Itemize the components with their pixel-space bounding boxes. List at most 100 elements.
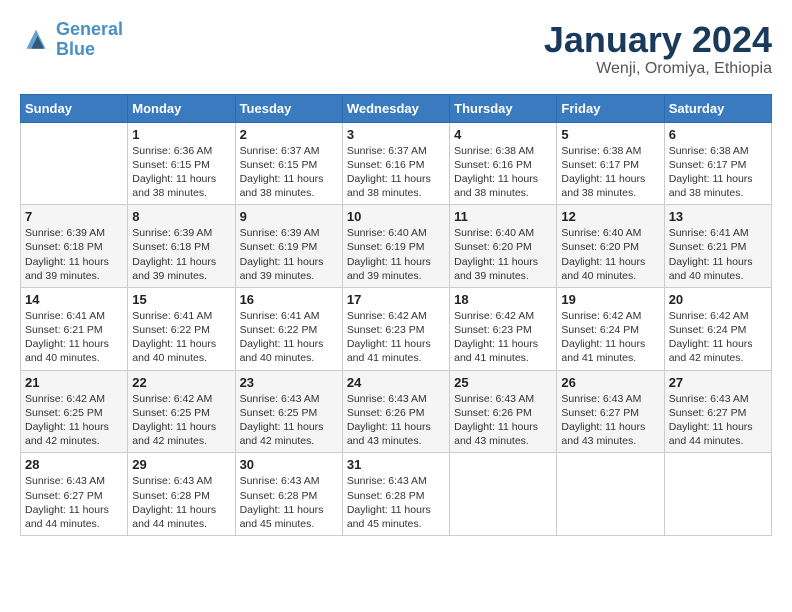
day-info: Sunrise: 6:38 AM Sunset: 6:17 PM Dayligh… [561,144,659,201]
day-number: 1 [132,127,230,142]
calendar-cell: 7Sunrise: 6:39 AM Sunset: 6:18 PM Daylig… [21,205,128,288]
month-title: January 2024 [544,20,772,60]
calendar-cell: 4Sunrise: 6:38 AM Sunset: 6:16 PM Daylig… [450,122,557,205]
day-number: 28 [25,457,123,472]
day-number: 25 [454,375,552,390]
day-number: 24 [347,375,445,390]
day-number: 9 [240,209,338,224]
calendar-cell: 31 Sunrise: 6:43 AM Sunset: 6:28 PM Dayli… [342,453,449,536]
logo-icon [20,26,52,54]
day-info: Sunrise: 6:39 AM Sunset: 6:18 PM Dayligh… [25,226,123,283]
day-info: Sunrise: 6:43 AM Sunset: 6:28 PM Dayligh… [132,474,230,531]
calendar-week-1: 7Sunrise: 6:39 AM Sunset: 6:18 PM Daylig… [21,205,772,288]
day-number: 6 [669,127,767,142]
calendar-week-2: 14 Sunrise: 6:41 AM Sunset: 6:21 PM Dayli… [21,287,772,370]
calendar-cell [450,453,557,536]
calendar-cell: 19 Sunrise: 6:42 AM Sunset: 6:24 PM Dayli… [557,287,664,370]
calendar-cell: 24 Sunrise: 6:43 AM Sunset: 6:26 PM Dayli… [342,370,449,453]
logo-text: General Blue [56,20,123,60]
calendar-cell: 10 Sunrise: 6:40 AM Sunset: 6:19 PM Dayli… [342,205,449,288]
day-info: Sunrise: 6:38 AM Sunset: 6:17 PM Dayligh… [669,144,767,201]
calendar-cell: 6 Sunrise: 6:38 AM Sunset: 6:17 PM Daylig… [664,122,771,205]
calendar-cell: 25 Sunrise: 6:43 AM Sunset: 6:26 PM Dayli… [450,370,557,453]
day-info: Sunrise: 6:41 AM Sunset: 6:21 PM Dayligh… [25,309,123,366]
header-cell-saturday: Saturday [664,94,771,122]
day-info: Sunrise: 6:43 AM Sunset: 6:26 PM Dayligh… [347,392,445,449]
day-info: Sunrise: 6:43 AM Sunset: 6:26 PM Dayligh… [454,392,552,449]
day-info: Sunrise: 6:41 AM Sunset: 6:21 PM Dayligh… [669,226,767,283]
day-info: Sunrise: 6:36 AM Sunset: 6:15 PM Dayligh… [132,144,230,201]
header-cell-wednesday: Wednesday [342,94,449,122]
day-info: Sunrise: 6:39 AM Sunset: 6:18 PM Dayligh… [132,226,230,283]
calendar-cell: 8 Sunrise: 6:39 AM Sunset: 6:18 PM Daylig… [128,205,235,288]
day-number: 20 [669,292,767,307]
day-number: 29 [132,457,230,472]
day-number: 13 [669,209,767,224]
calendar-cell: 2 Sunrise: 6:37 AM Sunset: 6:15 PM Daylig… [235,122,342,205]
day-number: 19 [561,292,659,307]
day-number: 10 [347,209,445,224]
day-info: Sunrise: 6:40 AM Sunset: 6:20 PM Dayligh… [454,226,552,283]
day-number: 18 [454,292,552,307]
calendar-week-4: 28 Sunrise: 6:43 AM Sunset: 6:27 PM Dayli… [21,453,772,536]
day-number: 8 [132,209,230,224]
calendar-cell: 9 Sunrise: 6:39 AM Sunset: 6:19 PM Daylig… [235,205,342,288]
location-subtitle: Wenji, Oromiya, Ethiopia [544,60,772,78]
day-info: Sunrise: 6:40 AM Sunset: 6:20 PM Dayligh… [561,226,659,283]
calendar-cell: 16Sunrise: 6:41 AM Sunset: 6:22 PM Dayli… [235,287,342,370]
calendar-cell [557,453,664,536]
day-info: Sunrise: 6:42 AM Sunset: 6:25 PM Dayligh… [25,392,123,449]
calendar-cell: 30Sunrise: 6:43 AM Sunset: 6:28 PM Dayli… [235,453,342,536]
day-info: Sunrise: 6:41 AM Sunset: 6:22 PM Dayligh… [132,309,230,366]
calendar-cell: 11Sunrise: 6:40 AM Sunset: 6:20 PM Dayli… [450,205,557,288]
header-cell-friday: Friday [557,94,664,122]
day-info: Sunrise: 6:42 AM Sunset: 6:24 PM Dayligh… [669,309,767,366]
day-number: 14 [25,292,123,307]
header-row: SundayMondayTuesdayWednesdayThursdayFrid… [21,94,772,122]
day-info: Sunrise: 6:40 AM Sunset: 6:19 PM Dayligh… [347,226,445,283]
calendar-table: SundayMondayTuesdayWednesdayThursdayFrid… [20,94,772,536]
calendar-week-3: 21 Sunrise: 6:42 AM Sunset: 6:25 PM Dayli… [21,370,772,453]
page-header: General Blue January 2024 Wenji, Oromiya… [20,20,772,78]
calendar-cell: 12 Sunrise: 6:40 AM Sunset: 6:20 PM Dayli… [557,205,664,288]
day-info: Sunrise: 6:39 AM Sunset: 6:19 PM Dayligh… [240,226,338,283]
day-number: 15 [132,292,230,307]
header-cell-tuesday: Tuesday [235,94,342,122]
day-number: 26 [561,375,659,390]
calendar-cell [21,122,128,205]
day-info: Sunrise: 6:42 AM Sunset: 6:24 PM Dayligh… [561,309,659,366]
header-cell-sunday: Sunday [21,94,128,122]
day-number: 12 [561,209,659,224]
day-number: 17 [347,292,445,307]
header-cell-monday: Monday [128,94,235,122]
day-number: 21 [25,375,123,390]
day-number: 22 [132,375,230,390]
calendar-cell: 27 Sunrise: 6:43 AM Sunset: 6:27 PM Dayli… [664,370,771,453]
day-number: 2 [240,127,338,142]
day-info: Sunrise: 6:43 AM Sunset: 6:25 PM Dayligh… [240,392,338,449]
day-info: Sunrise: 6:43 AM Sunset: 6:27 PM Dayligh… [561,392,659,449]
day-info: Sunrise: 6:42 AM Sunset: 6:25 PM Dayligh… [132,392,230,449]
calendar-cell: 15 Sunrise: 6:41 AM Sunset: 6:22 PM Dayli… [128,287,235,370]
day-info: Sunrise: 6:43 AM Sunset: 6:27 PM Dayligh… [25,474,123,531]
day-info: Sunrise: 6:43 AM Sunset: 6:28 PM Dayligh… [347,474,445,531]
calendar-cell: 13 Sunrise: 6:41 AM Sunset: 6:21 PM Dayli… [664,205,771,288]
header-cell-thursday: Thursday [450,94,557,122]
calendar-cell: 1 Sunrise: 6:36 AM Sunset: 6:15 PM Daylig… [128,122,235,205]
calendar-cell: 18 Sunrise: 6:42 AM Sunset: 6:23 PM Dayli… [450,287,557,370]
calendar-cell: 22 Sunrise: 6:42 AM Sunset: 6:25 PM Dayli… [128,370,235,453]
day-info: Sunrise: 6:37 AM Sunset: 6:16 PM Dayligh… [347,144,445,201]
day-number: 31 [347,457,445,472]
calendar-week-0: 1 Sunrise: 6:36 AM Sunset: 6:15 PM Daylig… [21,122,772,205]
day-info: Sunrise: 6:42 AM Sunset: 6:23 PM Dayligh… [347,309,445,366]
logo: General Blue [20,20,123,60]
day-info: Sunrise: 6:43 AM Sunset: 6:27 PM Dayligh… [669,392,767,449]
day-number: 5 [561,127,659,142]
day-info: Sunrise: 6:37 AM Sunset: 6:15 PM Dayligh… [240,144,338,201]
day-number: 27 [669,375,767,390]
calendar-cell: 5 Sunrise: 6:38 AM Sunset: 6:17 PM Daylig… [557,122,664,205]
day-number: 4 [454,127,552,142]
day-number: 30 [240,457,338,472]
day-info: Sunrise: 6:42 AM Sunset: 6:23 PM Dayligh… [454,309,552,366]
calendar-cell [664,453,771,536]
